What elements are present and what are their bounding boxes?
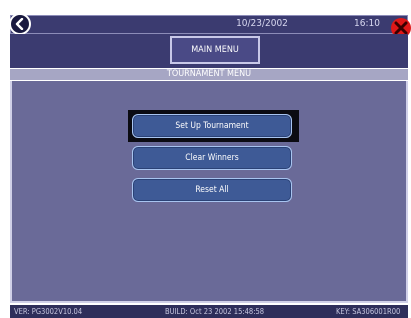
screen: 10/23/2002 16:10 MAIN MENU TOURNAMENT ME… [0,0,411,318]
back-button[interactable] [9,13,31,35]
time-display: 16:10 [354,18,380,29]
set-up-tournament-button[interactable]: Set Up Tournament [132,114,292,138]
top-bar [10,15,408,34]
page-title: TOURNAMENT MENU [10,68,408,81]
clear-winners-button[interactable]: Clear Winners [132,146,292,170]
back-arrow-icon [15,18,24,30]
build-text: BUILD: Oct 23 2002 15:48:58 [165,307,265,316]
close-x-icon [394,21,408,35]
key-text: KEY: SA306001R00 [336,307,401,316]
status-bar: VER: PG3002V10.04 BUILD: Oct 23 2002 15:… [10,305,408,318]
version-text: VER: PG3002V10.04 [14,307,83,316]
main-menu-button[interactable]: MAIN MENU [170,36,260,64]
reset-all-button[interactable]: Reset All [132,178,292,202]
date-display: 10/23/2002 [236,18,288,29]
